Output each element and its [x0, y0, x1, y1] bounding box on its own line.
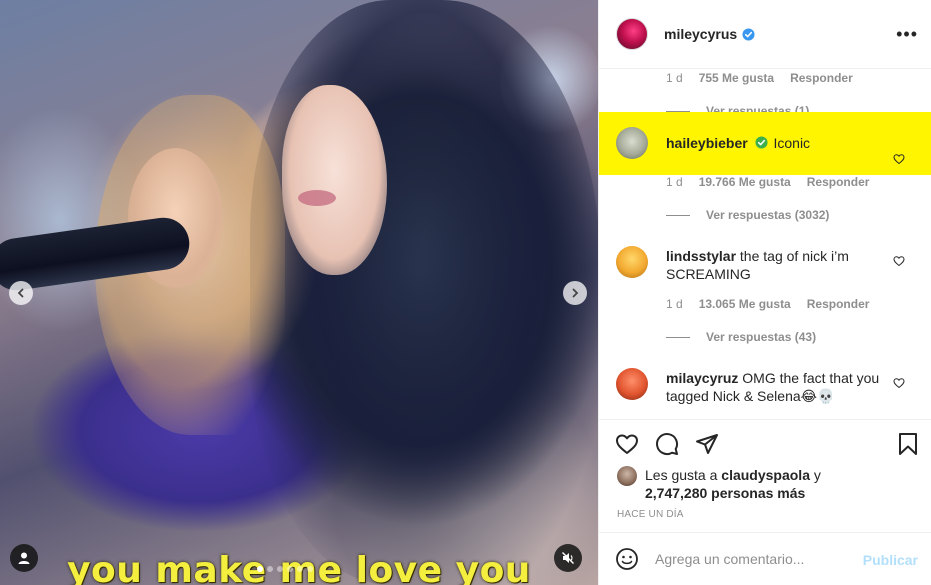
reply-button[interactable]: Responder	[790, 71, 853, 85]
photo-lips	[298, 190, 336, 206]
comment-likes[interactable]: 19.766 Me gusta	[699, 175, 791, 189]
comment-text: milaycyruz OMG the fact that you tagged …	[666, 369, 886, 405]
likes-prefix: Les gusta a	[645, 467, 718, 483]
next-slide-button[interactable]	[563, 281, 587, 305]
commenter-avatar[interactable]	[616, 246, 648, 278]
mute-button[interactable]	[554, 544, 582, 572]
comment-time: 1 d	[666, 297, 683, 311]
view-replies-label: Ver respuestas (43)	[706, 330, 817, 344]
like-comment-heart-icon[interactable]	[893, 255, 905, 267]
likes-text: Les gusta a claudyspaola y 2,747,280 per…	[645, 466, 845, 502]
post-media[interactable]: you make me love you	[0, 0, 598, 585]
slide-dot	[277, 566, 283, 572]
reply-button[interactable]: Responder	[807, 297, 870, 311]
comment-meta: 1 d 13.065 Me gusta Responder	[666, 297, 869, 311]
view-replies-label: Ver respuestas (3032)	[706, 208, 830, 222]
likes-others-button[interactable]: 2,747,280 personas más	[645, 485, 805, 501]
liker-avatar[interactable]	[617, 466, 637, 486]
comment-item: milaycyruz OMG the fact that you tagged …	[599, 368, 931, 405]
slide-dot	[287, 566, 293, 572]
comment-likes[interactable]: 13.065 Me gusta	[699, 297, 791, 311]
commenter-username[interactable]: milaycyruz	[666, 370, 738, 386]
post-timestamp[interactable]: HACE UN DÍA	[617, 509, 684, 520]
slide-dot-active	[257, 566, 263, 572]
replies-divider	[666, 214, 690, 216]
emoji-icon[interactable]	[615, 547, 639, 571]
add-comment-bar: Publicar	[599, 532, 931, 585]
action-icons	[615, 432, 719, 456]
comment-time: 1 d	[666, 175, 683, 189]
commenter-avatar[interactable]	[616, 368, 648, 400]
slide-dot	[307, 566, 313, 572]
verified-badge-icon	[742, 27, 755, 41]
like-comment-heart-icon[interactable]	[893, 153, 905, 165]
comment-icon[interactable]	[655, 432, 679, 456]
view-replies-button[interactable]: Ver respuestas (3032)	[666, 208, 829, 222]
commenter-avatar[interactable]	[616, 127, 648, 159]
comment-text: lindsstylar the tag of nick i’m SCREAMIN…	[666, 247, 886, 283]
commenter-username[interactable]: lindsstylar	[666, 248, 736, 264]
verified-badge-icon	[755, 136, 768, 149]
view-replies-button[interactable]: Ver respuestas (43)	[666, 330, 816, 344]
previous-slide-button[interactable]	[9, 281, 33, 305]
likes-and: y	[813, 467, 821, 483]
likes-summary: Les gusta a claudyspaola y 2,747,280 per…	[617, 466, 845, 502]
comment-meta: 1 d 755 Me gusta Responder	[666, 71, 853, 85]
post-actions: Les gusta a claudyspaola y 2,747,280 per…	[599, 419, 931, 520]
comments-list[interactable]: 1 d 755 Me gusta Responder Ver respuesta…	[599, 70, 931, 420]
like-comment-heart-icon[interactable]	[893, 377, 905, 389]
post-side-panel: mileycyrus ••• 1 d 755 Me gusta Responde…	[598, 0, 931, 585]
heart-icon[interactable]	[615, 432, 639, 456]
user-tags-button[interactable]	[10, 544, 38, 572]
user-icon	[18, 552, 30, 564]
more-options-icon[interactable]: •••	[896, 24, 918, 45]
slide-dot	[297, 566, 303, 572]
slide-dot	[267, 566, 273, 572]
author-username[interactable]: mileycyrus	[664, 26, 737, 42]
comment-item: haileybieber Iconic	[599, 112, 931, 175]
share-icon[interactable]	[695, 432, 719, 456]
comment-body: Iconic	[773, 135, 811, 151]
comment-item: lindsstylar the tag of nick i’m SCREAMIN…	[599, 246, 931, 283]
comment-text: haileybieber Iconic	[666, 134, 886, 175]
photo-person-right	[250, 0, 598, 585]
chevron-left-icon	[17, 288, 24, 298]
chevron-right-icon	[572, 288, 579, 298]
commenter-username[interactable]: haileybieber	[666, 135, 748, 151]
slide-indicator	[257, 566, 313, 572]
comment-likes[interactable]: 755 Me gusta	[699, 71, 774, 85]
replies-divider	[666, 336, 690, 338]
post-header: mileycyrus •••	[599, 0, 931, 69]
author-avatar[interactable]	[616, 18, 648, 50]
reply-button[interactable]: Responder	[807, 175, 870, 189]
publish-button[interactable]: Publicar	[863, 552, 918, 568]
comment-time: 1 d	[666, 71, 683, 85]
comment-meta: 1 d 19.766 Me gusta Responder	[666, 175, 869, 189]
liker-username[interactable]: claudyspaola	[721, 467, 810, 483]
bookmark-icon[interactable]	[896, 432, 920, 456]
comment-input[interactable]	[655, 551, 855, 567]
speaker-muted-icon	[562, 552, 574, 564]
